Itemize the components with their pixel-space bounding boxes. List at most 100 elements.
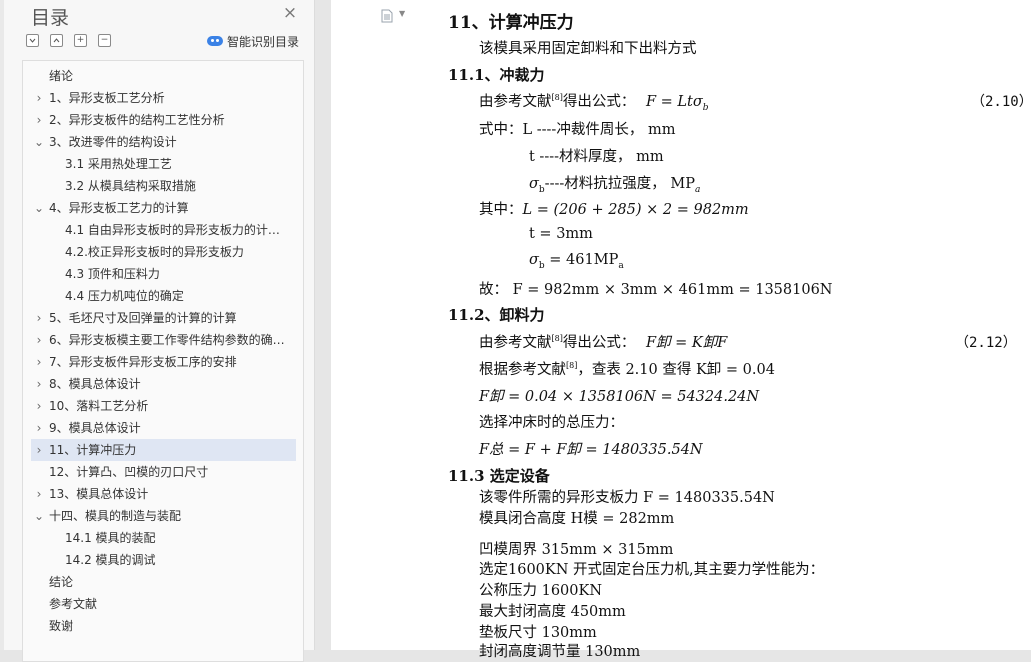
toc-item[interactable]: › 9、模具总体设计 xyxy=(23,417,303,439)
toc-item-label: 十四、模具的制造与装配 xyxy=(49,509,182,523)
toc-item-label: 3.1 采用热处理工艺 xyxy=(65,157,172,171)
chevron-right-icon[interactable]: › xyxy=(33,351,45,373)
max-closed-height-line: 最大封闭高度 450mm xyxy=(479,604,626,620)
chevron-down-icon[interactable]: ⌄ xyxy=(33,197,45,219)
sigma-symbol: σ xyxy=(529,176,539,192)
toc-panel-edge xyxy=(0,0,4,650)
chevron-down-icon[interactable]: ⌄ xyxy=(33,131,45,153)
chevron-right-icon[interactable]: › xyxy=(33,329,45,351)
smart-toc-button[interactable]: 智能识别目录 xyxy=(207,32,299,50)
add-heading-button[interactable]: + xyxy=(74,34,87,47)
ref-prefix-2: 由参考文献 xyxy=(479,335,552,351)
toc-item-label: 11、计算冲压力 xyxy=(49,443,137,457)
toc-item[interactable]: › 5、毛坯尺寸及回弹量的计算的计算 xyxy=(23,307,303,329)
toc-item-label: 14.1 模具的装配 xyxy=(65,531,156,545)
chevron-right-icon[interactable]: › xyxy=(33,483,45,505)
smart-toc-label: 智能识别目录 xyxy=(227,34,300,49)
strength-value: = 461MP xyxy=(549,252,619,268)
ref-prefix: 由参考文献 xyxy=(479,94,552,110)
expand-all-button[interactable] xyxy=(26,34,39,47)
document-page: ▼ 11、计算冲压力 该模具采用固定卸料和下出料方式 11.1、冲裁力 由参考文… xyxy=(331,0,1031,660)
toc-item[interactable]: ⌄ 4、异形支板工艺力的计算 xyxy=(23,197,303,219)
toc-item[interactable]: 结论 xyxy=(23,571,303,593)
chevron-right-icon[interactable]: › xyxy=(33,417,45,439)
chevron-right-icon[interactable]: › xyxy=(33,109,45,131)
toc-item-label: 9、模具总体设计 xyxy=(49,421,141,435)
perimeter-formula: L = (206 + 285) × 2 = 982mm xyxy=(522,202,749,218)
toc-panel: 目录 × + − 智能识别目录 绪论 › 1、异形支板工艺分析 › 2、异形支板件的结构… xyxy=(0,0,315,662)
toc-item[interactable]: › 13、模具总体设计 xyxy=(23,483,303,505)
ref-mark: [8] xyxy=(551,93,563,103)
calc-thickness: t = 3mm xyxy=(529,226,593,242)
toc-item-label: 结论 xyxy=(49,575,74,589)
chevron-right-icon[interactable]: › xyxy=(33,373,45,395)
reference-line-2: 由参考文献[8]得出公式： F卸 = K卸F xyxy=(479,331,727,352)
close-icon[interactable]: × xyxy=(281,4,299,22)
ref-mark-3: [8] xyxy=(566,361,578,371)
press-selection-line: 选定1600KN 开式固定台压力机,其主要力学性能为： xyxy=(479,562,825,578)
toc-item[interactable]: › 10、落料工艺分析 xyxy=(23,395,303,417)
calc-strength: σb = 461MPa xyxy=(529,252,624,271)
toc-item[interactable]: 4.4 压力机吨位的确定 xyxy=(23,285,303,307)
document-icon[interactable] xyxy=(381,9,393,23)
collapse-all-button[interactable] xyxy=(50,34,63,47)
toc-item[interactable]: 14.1 模具的装配 xyxy=(23,527,303,549)
table-suffix: ，查表 2.10 查得 K卸 = 0.04 xyxy=(577,362,775,378)
chevron-down-icon xyxy=(29,38,36,43)
equation-number-2-12: （2.12） xyxy=(955,335,1017,351)
toc-item[interactable]: 12、计算凸、凹模的刃口尺寸 xyxy=(23,461,303,483)
result-force: 故： F = 982mm × 3mm × 461mm = 1358106N xyxy=(479,282,833,298)
heading-11: 11、计算冲压力 xyxy=(448,13,574,33)
toc-item[interactable]: › 7、异形支板件异形支板工序的安排 xyxy=(23,351,303,373)
toc-item-label: 4.3 顶件和压料力 xyxy=(65,267,160,281)
toc-item[interactable]: 致谢 xyxy=(23,615,303,637)
toc-item[interactable]: › 6、异形支板模主要工作零件结构参数的确… xyxy=(23,329,303,351)
toc-item-label: 致谢 xyxy=(49,619,74,633)
toc-item[interactable]: 参考文献 xyxy=(23,593,303,615)
chevron-right-icon[interactable]: › xyxy=(33,439,45,461)
toc-item-label: 7、异形支板件异形支板工序的安排 xyxy=(49,355,237,369)
chevron-right-icon[interactable]: › xyxy=(33,307,45,329)
toc-item[interactable]: 4.2.校正异形支板时的异形支板力 xyxy=(23,241,303,263)
toc-item[interactable]: 4.1 自由异形支板时的异形支板力的计… xyxy=(23,219,303,241)
where-thickness: t ----材料厚度， mm xyxy=(529,149,664,165)
toc-item[interactable]: › 1、异形支板工艺分析 xyxy=(23,87,303,109)
toc-item-label: 8、模具总体设计 xyxy=(49,377,141,391)
toc-item[interactable]: ⌄ 十四、模具的制造与装配 xyxy=(23,505,303,527)
remove-heading-button[interactable]: − xyxy=(98,34,111,47)
ref-suffix-2: 得出公式： xyxy=(562,335,636,351)
toc-item-label: 14.2 模具的调试 xyxy=(65,553,156,567)
toc-item[interactable]: 14.2 模具的调试 xyxy=(23,549,303,571)
toc-item-label: 绪论 xyxy=(49,69,74,83)
toc-item-label: 参考文献 xyxy=(49,597,98,611)
toc-item-label: 4.4 压力机吨位的确定 xyxy=(65,289,184,303)
toc-item-label: 4、异形支板工艺力的计算 xyxy=(49,201,189,215)
chevron-right-icon[interactable]: › xyxy=(33,395,45,417)
ref-suffix: 得出公式： xyxy=(562,94,636,110)
chevron-right-icon[interactable]: › xyxy=(33,87,45,109)
formula-subscript: b xyxy=(702,102,709,113)
toc-list: 绪论 › 1、异形支板工艺分析 › 2、异形支板件的结构工艺性分析 ⌄ 3、改进零件的结构设… xyxy=(22,60,304,662)
toc-item-label: 10、落料工艺分析 xyxy=(49,399,149,413)
toc-item[interactable]: › 8、模具总体设计 xyxy=(23,373,303,395)
toc-item[interactable]: 绪论 xyxy=(23,65,303,87)
toc-item[interactable]: 4.3 顶件和压料力 xyxy=(23,263,303,285)
adjustment-line: 封闭高度调节量 130mm xyxy=(479,644,641,660)
chevron-down-icon[interactable]: ⌄ xyxy=(33,505,45,527)
dropdown-caret-icon[interactable]: ▼ xyxy=(399,9,405,18)
where-line-1: 式中：L ----冲裁件周长， mm xyxy=(479,118,675,139)
toc-item[interactable]: 3.1 采用热处理工艺 xyxy=(23,153,303,175)
heading-11-1: 11.1、冲裁力 xyxy=(448,66,545,84)
toc-item-label: 6、异形支板模主要工作零件结构参数的确… xyxy=(49,333,285,347)
toc-item-label: 1、异形支板工艺分析 xyxy=(49,91,165,105)
calc-unloading-force: F卸 = 0.04 × 1358106N = 54324.24N xyxy=(479,389,760,405)
toc-item-label: 4.2.校正异形支板时的异形支板力 xyxy=(65,245,244,259)
toc-item[interactable]: › 2、异形支板件的结构工艺性分析 xyxy=(23,109,303,131)
toc-title: 目录 xyxy=(31,7,70,29)
toc-item[interactable]: › 11、计算冲压力 xyxy=(23,439,303,461)
select-press-text: 选择冲床时的总压力： xyxy=(479,415,624,431)
toc-item[interactable]: ⌄ 3、改进零件的结构设计 xyxy=(23,131,303,153)
strength-unit-subscript: a xyxy=(618,260,624,271)
toc-item[interactable]: 3.2 从模具结构采取措施 xyxy=(23,175,303,197)
toc-item-label: 2、异形支板件的结构工艺性分析 xyxy=(49,113,225,127)
